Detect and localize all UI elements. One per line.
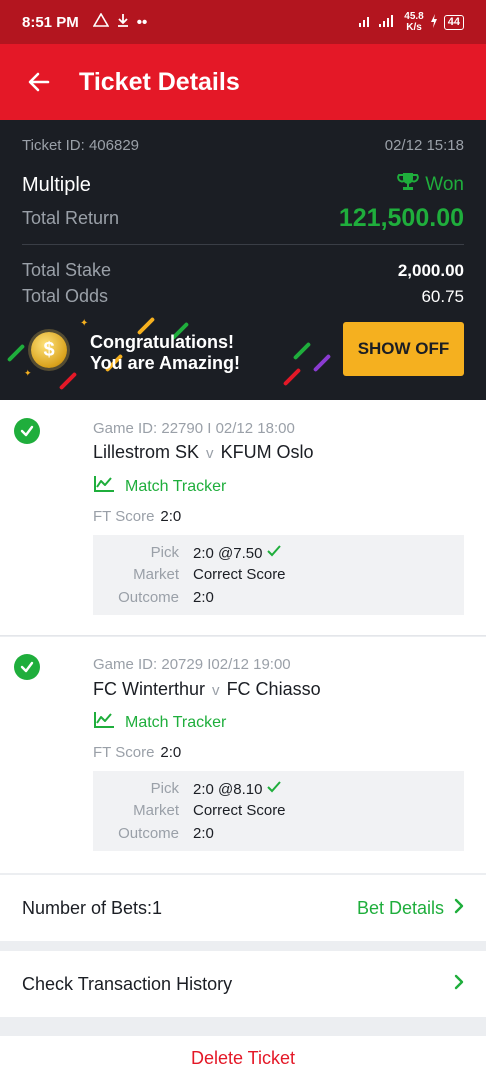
status-bar: 8:51 PM •• 45.8 K/s 44 (0, 0, 486, 44)
chevron-right-icon (454, 898, 464, 919)
confetti (282, 367, 302, 387)
back-arrow-icon[interactable] (22, 65, 56, 99)
coin-icon: $ (31, 332, 67, 368)
ft-score: FT Score 2:0 (93, 744, 182, 761)
bet-card: Game ID: 20729 I02/12 19:00 FC Winterthu… (0, 637, 486, 873)
match-tracker-link[interactable]: Match Tracker (93, 475, 226, 498)
chart-line-icon (93, 711, 115, 734)
delete-ticket-button[interactable]: Delete Ticket (0, 1036, 486, 1080)
warning-icon (92, 12, 110, 31)
total-return-label: Total Return (22, 208, 120, 228)
ft-score: FT Score 2:0 (93, 508, 182, 525)
total-stake-label: Total Stake (22, 260, 112, 280)
bet-card: Game ID: 22790 I 02/12 18:00 Lillestrom … (0, 400, 486, 636)
confetti (312, 353, 332, 373)
check-circle-icon (14, 654, 40, 680)
transaction-history-label: Check Transaction History (22, 973, 233, 994)
chart-line-icon (93, 475, 115, 498)
total-stake-value: 2,000.00 (397, 260, 464, 280)
ticket-date: 02/12 15:18 (384, 137, 464, 154)
signal-icon (358, 14, 398, 31)
transaction-history-row[interactable]: Check Transaction History (0, 951, 486, 1017)
page-title: Ticket Details (79, 67, 240, 96)
network-speed: 45.8 K/s (404, 11, 424, 33)
sparkle-icon: ✦ (80, 318, 89, 329)
confetti (58, 371, 78, 391)
download-icon (117, 13, 129, 31)
summary-divider (22, 244, 464, 245)
app-bar: Ticket Details (0, 44, 486, 120)
game-id: Game ID: 20729 I02/12 19:00 (93, 656, 291, 673)
match-teams: FC Winterthur v FC Chiasso (93, 679, 321, 699)
confetti (292, 341, 312, 361)
trophy-icon (397, 172, 420, 198)
result-status: Won (397, 172, 464, 198)
status-time: 8:51 PM (22, 13, 79, 31)
bet-details-link[interactable]: Bet Details (357, 898, 464, 919)
congrats-text: Congratulations! You are Amazing! (90, 332, 241, 373)
match-teams: Lillestrom SK v KFUM Oslo (93, 442, 314, 462)
total-odds-label: Total Odds (22, 286, 109, 306)
check-circle-icon (14, 418, 40, 444)
bet-type: Multiple (22, 173, 91, 196)
congrats-banner: ✦ ✦ $ Congratulations! You are Amazing! … (0, 310, 486, 400)
ticket-id: Ticket ID: 406829 (22, 137, 140, 154)
total-odds-value: 60.75 (421, 286, 464, 306)
charging-icon (430, 13, 438, 31)
ticket-summary: Ticket ID: 406829 02/12 15:18 Multiple W… (0, 120, 486, 400)
check-icon (266, 780, 282, 798)
more-dots-icon: •• (136, 13, 148, 31)
sparkle-icon: ✦ (24, 368, 32, 378)
check-icon (266, 544, 282, 562)
game-id: Game ID: 22790 I 02/12 18:00 (93, 420, 295, 437)
pick-details: Pick 2:0 @7.50 Market Correct Score Outc… (93, 535, 464, 615)
total-return-value: 121,500.00 (338, 204, 464, 232)
pick-details: Pick 2:0 @8.10 Market Correct Score Outc… (93, 771, 464, 851)
number-of-bets: Number of Bets:1 (22, 897, 163, 918)
show-off-button[interactable]: SHOW OFF (343, 322, 464, 376)
confetti (6, 343, 26, 363)
battery-icon: 44 (443, 14, 464, 30)
match-tracker-link[interactable]: Match Tracker (93, 711, 226, 734)
chevron-right-icon (454, 974, 464, 995)
number-of-bets-row: Number of Bets:1 Bet Details (0, 875, 486, 941)
